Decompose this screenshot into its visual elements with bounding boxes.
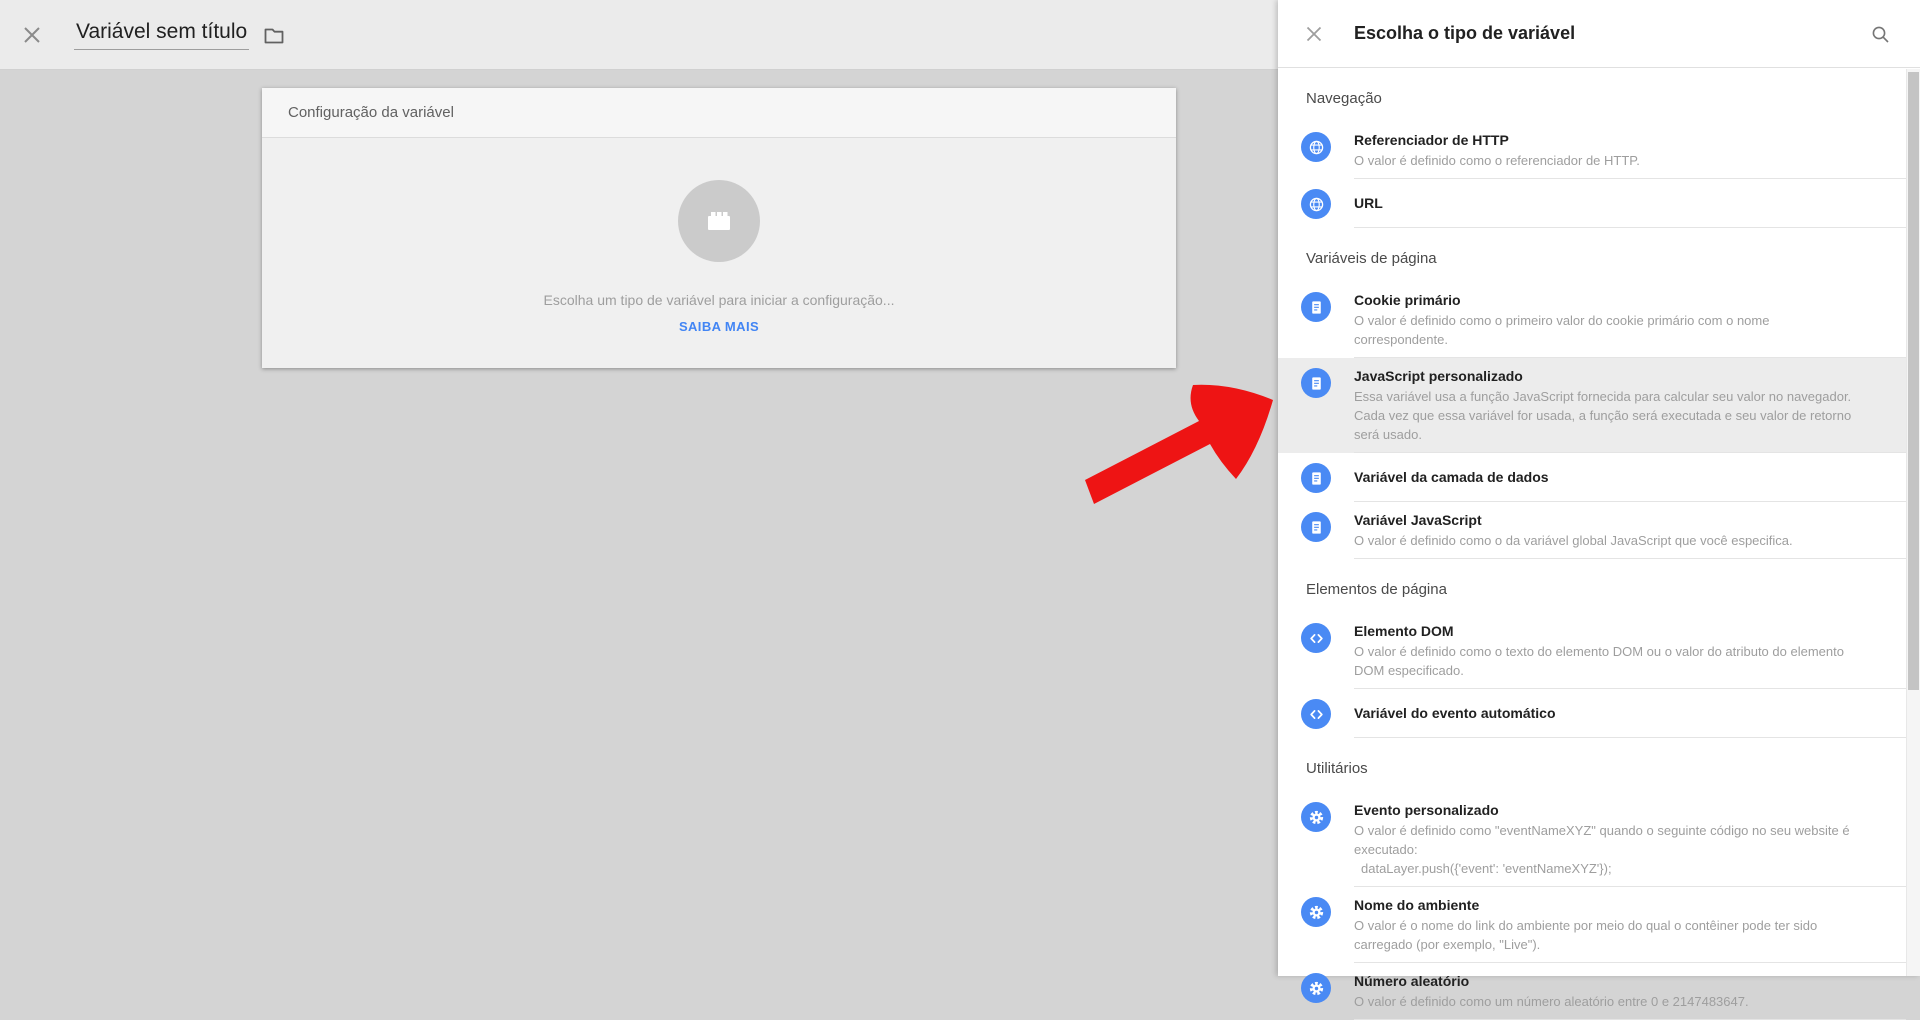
- item-description: O valor é definido como o referenciador …: [1354, 151, 1866, 170]
- gear-icon: [1301, 973, 1331, 1003]
- brick-icon: [700, 202, 738, 240]
- document-icon: [1301, 512, 1331, 542]
- item-description: O valor é o nome do link do ambiente por…: [1354, 916, 1866, 954]
- item-code-snippet: dataLayer.push({'event': 'eventNameXYZ'}…: [1354, 859, 1866, 878]
- list-item-cookie-primario[interactable]: Cookie primário O valor é definido como …: [1278, 282, 1906, 358]
- section-label-navigation: Navegação: [1306, 90, 1878, 108]
- item-title: Número aleatório: [1354, 972, 1866, 990]
- list-item-variavel-camada-dados[interactable]: Variável da camada de dados: [1278, 453, 1906, 502]
- list-item-elemento-dom[interactable]: Elemento DOM O valor é definido como o t…: [1278, 613, 1906, 689]
- search-icon: [1871, 25, 1890, 44]
- code-icon: [1301, 699, 1331, 729]
- close-panel-button[interactable]: [1304, 24, 1324, 44]
- globe-icon: [1301, 189, 1331, 219]
- document-icon: [1301, 292, 1331, 322]
- list-item-referenciador-http[interactable]: Referenciador de HTTP O valor é definido…: [1278, 122, 1906, 179]
- item-title: Variável JavaScript: [1354, 511, 1866, 529]
- section-label-page-variables: Variáveis de página: [1306, 250, 1878, 268]
- list-item-numero-aleatorio[interactable]: Número aleatório O valor é definido como…: [1278, 963, 1906, 1020]
- scrollbar-thumb[interactable]: [1908, 72, 1919, 690]
- close-icon: [21, 24, 43, 46]
- item-description: O valor é definido como o primeiro valor…: [1354, 311, 1866, 349]
- item-title: URL: [1354, 194, 1866, 212]
- search-button[interactable]: [1871, 25, 1890, 44]
- variable-configuration-card: Configuração da variável Escolha um tipo…: [262, 88, 1176, 368]
- list-item-nome-do-ambiente[interactable]: Nome do ambiente O valor é o nome do lin…: [1278, 887, 1906, 963]
- item-title: Nome do ambiente: [1354, 896, 1866, 914]
- code-icon: [1301, 623, 1331, 653]
- list-item-variavel-evento-automatico[interactable]: Variável do evento automático: [1278, 689, 1906, 738]
- variable-type-list: Navegação Referenciador de HTTP O valor …: [1278, 90, 1906, 1020]
- item-description: O valor é definido como um número aleató…: [1354, 992, 1866, 1011]
- panel-header: Escolha o tipo de variável: [1278, 0, 1920, 68]
- variable-editor: Variável sem título Configuração da vari…: [0, 0, 1278, 976]
- gear-icon: [1301, 897, 1331, 927]
- learn-more-link[interactable]: SAIBA MAIS: [679, 319, 759, 334]
- close-icon: [1304, 24, 1324, 44]
- card-body: Escolha um tipo de variável para iniciar…: [262, 138, 1176, 367]
- item-description: Essa variável usa a função JavaScript fo…: [1354, 387, 1866, 444]
- panel-title: Escolha o tipo de variável: [1354, 23, 1575, 44]
- variable-title-input[interactable]: Variável sem título: [74, 20, 249, 50]
- list-item-javascript-personalizado[interactable]: JavaScript personalizado Essa variável u…: [1278, 358, 1906, 453]
- item-title: Variável do evento automático: [1354, 704, 1866, 722]
- globe-icon: [1301, 132, 1331, 162]
- gear-icon: [1301, 802, 1331, 832]
- item-title: Evento personalizado: [1354, 801, 1866, 819]
- panel-scrollbar[interactable]: [1906, 69, 1920, 976]
- folder-icon: [262, 23, 286, 47]
- item-description: O valor é definido como o texto do eleme…: [1354, 642, 1866, 680]
- list-item-url[interactable]: URL: [1278, 179, 1906, 228]
- item-title: Referenciador de HTTP: [1354, 131, 1866, 149]
- item-description: O valor é definido como "eventNameXYZ" q…: [1354, 821, 1866, 859]
- section-label-utilities: Utilitários: [1306, 760, 1878, 778]
- folder-button[interactable]: [261, 22, 287, 48]
- item-description: O valor é definido como o da variável gl…: [1354, 531, 1866, 550]
- document-icon: [1301, 463, 1331, 493]
- editor-header: Variável sem título: [0, 0, 1278, 70]
- item-title: Variável da camada de dados: [1354, 468, 1866, 486]
- card-header-label: Configuração da variável: [288, 104, 454, 121]
- brick-circle: [678, 180, 760, 262]
- list-item-variavel-javascript[interactable]: Variável JavaScript O valor é definido c…: [1278, 502, 1906, 559]
- card-placeholder-text: Escolha um tipo de variável para iniciar…: [544, 292, 895, 308]
- item-title: Elemento DOM: [1354, 622, 1866, 640]
- list-item-evento-personalizado[interactable]: Evento personalizado O valor é definido …: [1278, 792, 1906, 887]
- document-icon: [1301, 368, 1331, 398]
- item-title: Cookie primário: [1354, 291, 1866, 309]
- card-header: Configuração da variável: [262, 88, 1176, 138]
- close-editor-button[interactable]: [20, 23, 44, 47]
- item-title: JavaScript personalizado: [1354, 367, 1866, 385]
- variable-type-panel: Escolha o tipo de variável Navegação Ref…: [1278, 0, 1920, 976]
- section-label-page-elements: Elementos de página: [1306, 581, 1878, 599]
